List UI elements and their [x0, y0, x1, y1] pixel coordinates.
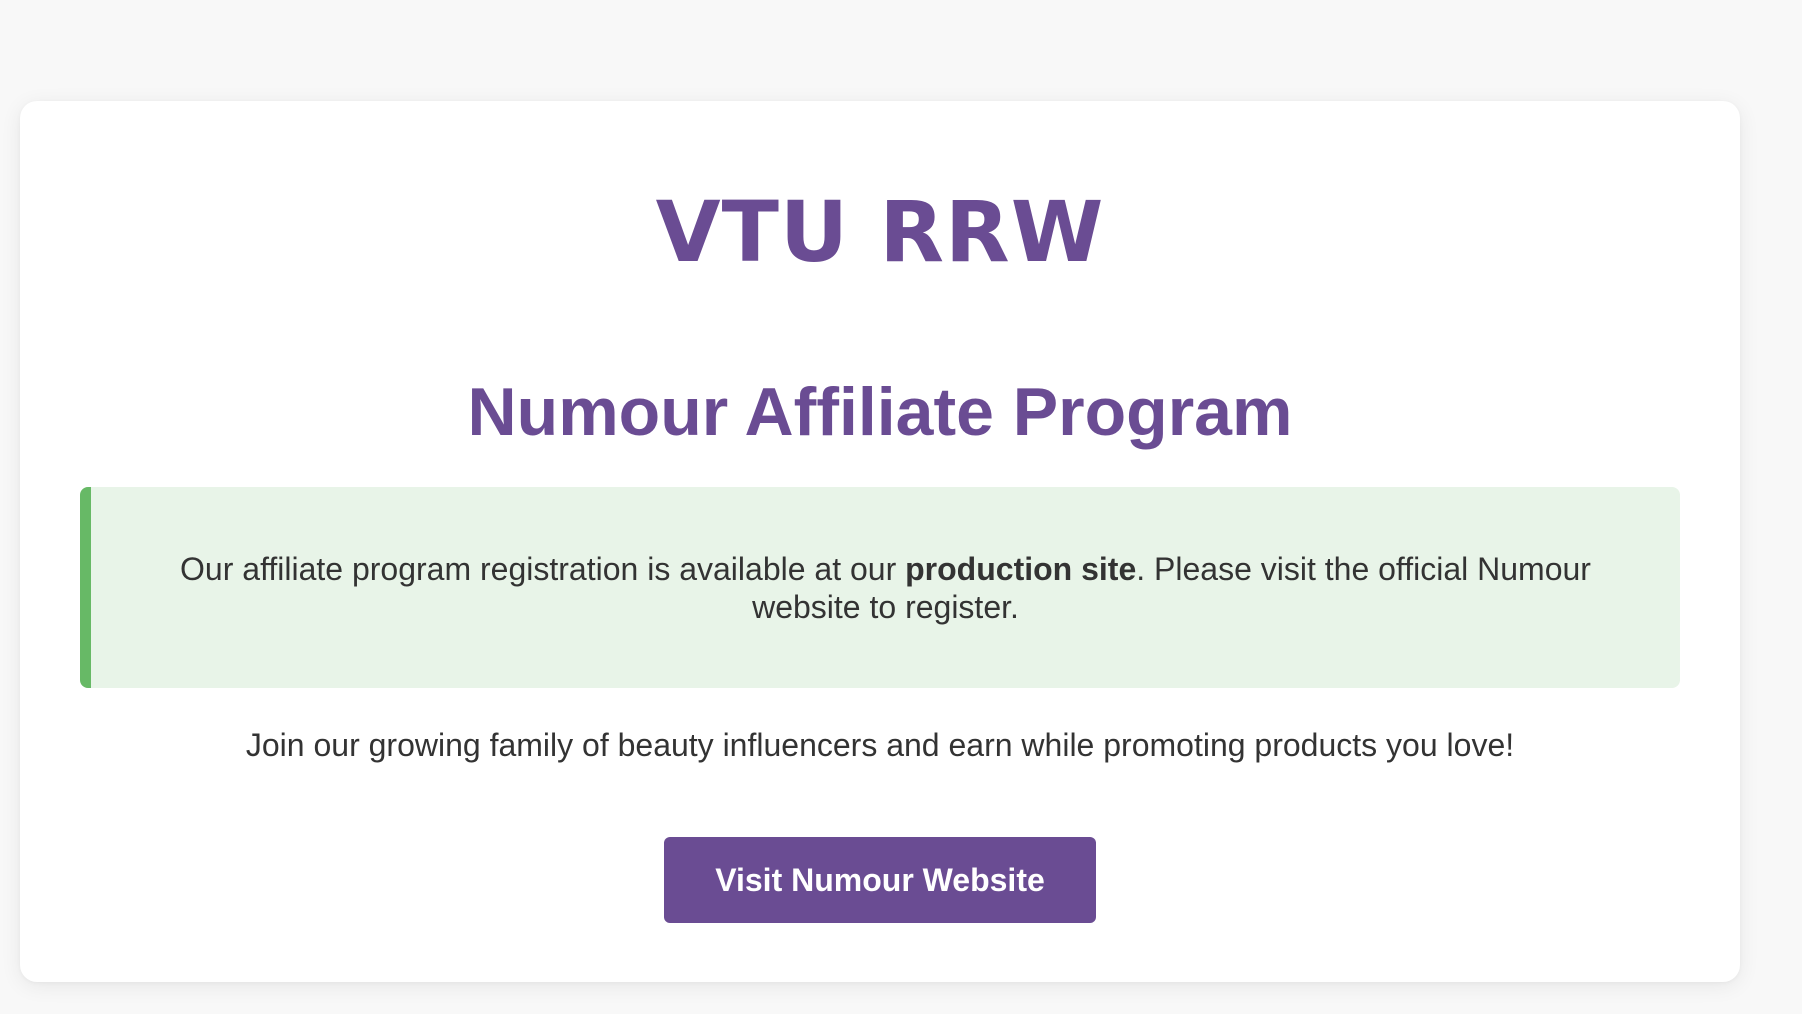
notice-text: Our affiliate program registration is av… [146, 550, 1626, 626]
production-site-emphasis: production site [905, 550, 1137, 587]
notice-text-before: Our affiliate program registration is av… [180, 550, 906, 587]
visit-website-button[interactable]: Visit Numour Website [664, 837, 1096, 923]
page-title: Numour Affiliate Program [467, 374, 1293, 450]
brand-logo: VTU RRW [655, 183, 1105, 281]
affiliate-card: VTU RRW Numour Affiliate Program Our aff… [20, 101, 1740, 982]
info-notice: Our affiliate program registration is av… [80, 487, 1680, 688]
tagline-text: Join our growing family of beauty influe… [245, 727, 1515, 763]
